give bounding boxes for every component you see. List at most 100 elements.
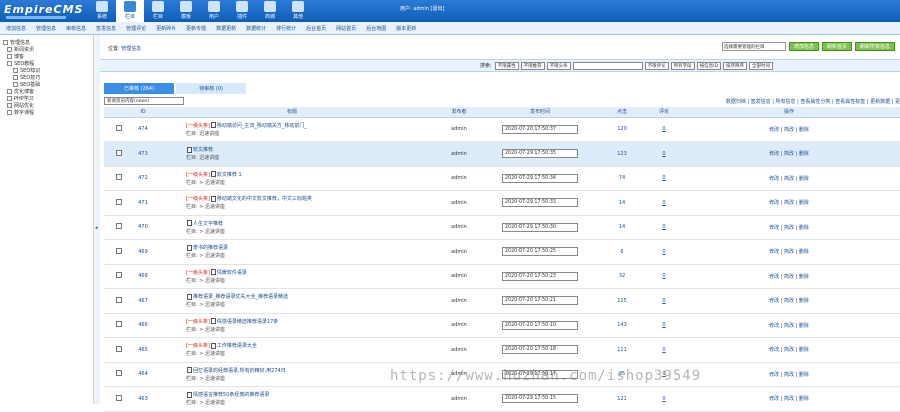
col-time[interactable]: 发布时间 [486,107,594,118]
sub-nav-item[interactable]: 更新专题 [186,25,206,32]
row-time-input[interactable]: 2020-07-29 17:50:15 [502,394,578,404]
row-time-input[interactable]: 2020-07-20 17:50:23 [502,271,578,281]
top-nav-item[interactable]: 栏目 [116,0,144,22]
table-row[interactable]: 470 人生文字推荐 栏目: > 迅速讲座 admin 2020-07-29 17:50… [104,215,900,240]
row-actions[interactable]: 修改 | 简改 | 删除 [678,215,900,240]
field-select[interactable]: 所有字段 [670,61,695,70]
order-field-select[interactable]: 按信息ID [696,61,721,70]
row-title-link[interactable]: 工作推荐语录大全 [217,343,257,349]
filter-recommend-select[interactable]: 不限推荐 [520,61,545,70]
row-actions[interactable]: 修改 | 简改 | 删除 [678,288,900,314]
row-checkbox[interactable] [116,223,122,230]
table-row[interactable]: 471 [一级头条] 移动端文化的中文软文推荐，中文三标题类 栏目: > 迅速讲座 ad… [104,190,900,216]
row-title-link[interactable]: 情暖软件语录 [217,270,247,276]
row-checkbox[interactable] [116,394,122,401]
row-time-input[interactable]: 2020-07-29 17:50:33 [502,198,578,208]
row-comments-link[interactable]: 0 [650,288,678,314]
tab-approved[interactable]: 已审核 (264) [104,83,174,94]
refresh-all-button[interactable]: 刷新所有信息 [854,42,895,51]
filter-comment-select[interactable]: 不限评论 [644,61,669,70]
row-title-link[interactable]: 情感语言推荐50条经典的推荐语录 [193,392,269,398]
model-select[interactable]: 新闻资讯内容(news) [104,97,184,105]
collapse-arrow-icon[interactable]: ◂ [95,225,98,231]
top-nav-item[interactable]: 插件 [228,0,256,22]
top-nav-item[interactable]: 系统 [88,0,116,22]
row-comments-link[interactable]: 0 [650,215,678,240]
row-comments-link[interactable]: 0 [650,117,678,142]
row-title-link[interactable]: 推荐语录_推荐语录优先大全_推荐语录精选 [193,294,288,300]
table-row[interactable]: 474 [一级头条] 移动端访问_主流_移动端关方_移动前门_ 栏目: 迅速讲座 adm… [104,117,900,142]
row-time-input[interactable]: 2020-07-20 17:50:10 [502,320,578,330]
sub-nav-item[interactable]: 更新碎片 [156,25,176,32]
sidebar-tree-item[interactable]: PHP学习 [3,95,90,102]
row-checkbox[interactable] [116,345,122,352]
row-title-link[interactable]: 移动端访问_主流_移动端关方_移动前门_ [217,123,307,129]
row-time-input[interactable]: 2020-07-20 17:50:18 [502,345,578,355]
top-nav-item[interactable]: 栏目 [144,0,172,22]
row-actions[interactable]: 修改 | 简改 | 删除 [678,141,900,167]
filter-attr-select[interactable]: 不限属性 [494,61,519,70]
sub-nav-item[interactable]: 后台地图 [366,25,386,32]
table-row[interactable]: 466 [一级头条] 情感语录精选推荐语录17条 栏目: > 迅速讲座 admin 202… [104,313,900,338]
table-row[interactable]: 473 软文推荐 栏目: 迅速讲座 admin 2020-07-29 17:50:35 1… [104,141,900,167]
row-comments-link[interactable]: 0 [650,386,678,412]
row-actions[interactable]: 修改 | 简改 | 删除 [678,386,900,412]
row-comments-link[interactable]: 0 [650,141,678,167]
row-time-input[interactable]: 2020-07-20 17:50:21 [502,296,578,306]
add-info-button[interactable]: 增加信息 [788,42,819,51]
sidebar-tree-item[interactable]: 数字课程 [3,109,90,116]
row-title-link[interactable]: 软文推荐 [193,147,213,153]
row-time-input[interactable]: 2020-07-20 17:50:37 [502,124,578,134]
col-id[interactable]: ID [134,107,152,118]
row-comments-link[interactable]: 0 [650,190,678,216]
sub-nav-item[interactable]: 管理评论 [126,25,146,32]
row-actions[interactable]: 修改 | 简改 | 删除 [678,313,900,338]
row-comments-link[interactable]: 0 [650,166,678,191]
row-checkbox[interactable] [116,149,122,156]
table-row[interactable]: 468 [一级头条] 情暖软件语录 栏目: > 迅速讲座 admin 2020-07-20… [104,264,900,289]
top-nav-item[interactable]: 其他 [284,0,312,22]
row-checkbox[interactable] [116,296,122,303]
row-time-input[interactable]: 2020-07-29 17:50:34 [502,173,578,183]
sub-nav-item[interactable]: 后台首页 [306,25,326,32]
sub-nav-item[interactable]: 签发信息 [96,25,116,32]
table-row[interactable]: 463 情感语言推荐50条经典的推荐语录 栏目: > 迅速讲座 admin 2020-0… [104,386,900,412]
row-title-link[interactable]: 情感语录精选推荐语录17条 [217,319,278,325]
sidebar-tree-item[interactable]: 管理信息 [3,39,90,46]
row-title-link[interactable]: 奇书的推荐语录 [193,245,228,251]
sidebar-tree-item[interactable]: SEO基础 [3,81,90,88]
table-row[interactable]: 472 [一级头条] 软文推荐 1 栏目: > 迅速讲座 admin 2020-07-29… [104,166,900,191]
row-comments-link[interactable]: 0 [650,239,678,265]
row-title-link[interactable]: 回忆语录的经典语录,所有的精好,用274日 [193,368,286,374]
row-checkbox[interactable] [116,321,122,328]
row-time-input[interactable]: 2020-07-20 17:50:25 [502,247,578,257]
row-time-input[interactable]: 2020-07-29 17:50:30 [502,222,578,232]
search-input[interactable] [572,61,643,70]
sidebar-tree-item[interactable]: 网站优化 [3,102,90,109]
time-range-select[interactable]: 全部时间 [748,61,773,70]
breadcrumb-link[interactable]: 管理信息 [121,46,141,52]
row-checkbox[interactable] [116,174,122,181]
table-row[interactable]: 467 推荐语录_推荐语录优先大全_推荐语录精选 栏目: > 迅速讲座 admin 20… [104,288,900,314]
tab-pending[interactable]: 待审核 (0) [176,83,246,94]
row-checkbox[interactable] [116,370,122,377]
sub-nav-item[interactable]: 数据更新 [216,25,236,32]
sub-nav-item[interactable]: 排行统计 [276,25,296,32]
table-row[interactable]: 465 [一级头条] 工作推荐语录大全 栏目: > 迅速讲座 admin 2020-07-… [104,337,900,363]
sidebar-tree-item[interactable]: 优化博客 [3,88,90,95]
top-nav-item[interactable]: 模板 [172,0,200,22]
sub-nav-item[interactable]: 网站首页 [336,25,356,32]
row-checkbox[interactable] [116,198,122,205]
col-hits[interactable]: 点击 [594,107,650,118]
row-actions[interactable]: 修改 | 简改 | 删除 [678,362,900,387]
row-checkbox[interactable] [116,247,122,254]
row-actions[interactable]: 修改 | 简改 | 删除 [678,190,900,216]
top-nav-item[interactable]: 用户 [200,0,228,22]
sidebar-tree-item[interactable]: SEO教程 [3,60,90,67]
row-checkbox[interactable] [116,272,122,279]
refresh-home-button[interactable]: 刷新首页 [821,42,852,51]
row-checkbox[interactable] [116,125,122,132]
row-time-input[interactable]: 2020-07-29 17:50:35 [502,149,578,159]
filter-headline-select[interactable]: 不限头条 [546,61,571,70]
sub-nav-item[interactable]: 审核信息 [66,25,86,32]
